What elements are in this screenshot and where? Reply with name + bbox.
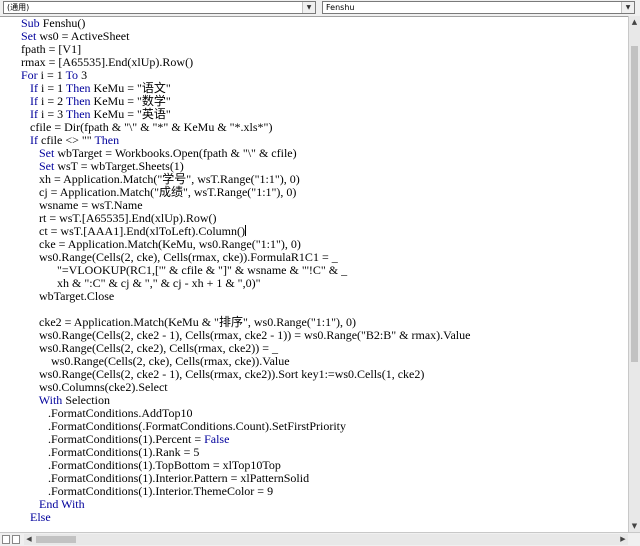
- code-keyword: Then: [94, 133, 120, 147]
- code-text-segment: [21, 81, 30, 95]
- code-keyword: For: [21, 68, 38, 82]
- code-line[interactable]: wbTarget.Close: [21, 290, 628, 303]
- scroll-right-icon[interactable]: ▶: [618, 534, 628, 545]
- code-keyword: Then: [65, 107, 91, 121]
- code-text-segment: Selection: [62, 393, 110, 407]
- scroll-left-icon[interactable]: ◀: [24, 534, 34, 545]
- object-dropdown[interactable]: (通用) ▼: [3, 1, 316, 14]
- code-text-segment: ws0.Range(Cells(2, cke), Cells(rmax, cke…: [21, 250, 338, 264]
- bottom-bar: ◀ ▶: [0, 532, 640, 546]
- horizontal-scrollbar[interactable]: ◀ ▶: [24, 534, 628, 545]
- code-text-segment: ct = wsT.[AAA1].End(xlToLeft).Column(): [21, 224, 245, 238]
- scroll-up-icon[interactable]: ▲: [629, 16, 640, 28]
- code-text-segment: wbTarget = Workbooks.Open(fpath & "\" & …: [54, 146, 297, 160]
- code-keyword: Set: [21, 29, 37, 43]
- code-text[interactable]: Sub Fenshu() Set ws0 = ActiveSheet fpath =…: [21, 17, 628, 524]
- code-text-segment: [21, 497, 39, 511]
- code-text-segment: Fenshu(): [39, 16, 86, 30]
- code-keyword: If: [30, 107, 38, 121]
- code-text-segment: "=VLOOKUP(RC1,['" & cfile & "]" & wsname…: [21, 263, 348, 277]
- code-editor[interactable]: Sub Fenshu() Set ws0 = ActiveSheet fpath =…: [0, 16, 628, 532]
- code-keyword: Set: [39, 146, 55, 160]
- code-text-segment: .FormatConditions(.FormatConditions.Coun…: [21, 419, 347, 433]
- code-text-segment: xh & ":C" & cj & "," & cj - xh + 1 & ",0…: [21, 276, 261, 290]
- code-text-segment: [21, 133, 30, 147]
- code-text-segment: [21, 107, 30, 121]
- code-keyword: End With: [39, 497, 85, 511]
- code-text-segment: ws0.Range(Cells(2, cke2), Cells(rmax, ck…: [21, 341, 279, 355]
- code-text-segment: cke = Application.Match(KeMu, ws0.Range(…: [21, 237, 301, 251]
- procedure-dropdown[interactable]: Fenshu ▼: [322, 1, 635, 14]
- code-text-segment: ws0.Columns(cke2).Select: [21, 380, 168, 394]
- scroll-down-icon[interactable]: ▼: [629, 520, 640, 532]
- chevron-down-icon[interactable]: ▼: [302, 2, 315, 13]
- code-line[interactable]: Else: [21, 511, 628, 524]
- code-text-segment: 3: [78, 68, 88, 82]
- code-text-segment: [21, 159, 39, 173]
- code-text-segment: wsT = wbTarget.Sheets(1): [54, 159, 184, 173]
- code-line[interactable]: .FormatConditions(1).Interior.ThemeColor…: [21, 485, 628, 498]
- code-text-segment: ws0.Range(Cells(2, cke), Cells(rmax, cke…: [21, 354, 290, 368]
- code-line[interactable]: rmax = [A65535].End(xlUp).Row(): [21, 56, 628, 69]
- vertical-scrollbar[interactable]: ▲ ▼: [628, 16, 640, 532]
- code-text-segment: ws0.Range(Cells(2, cke2 - 1), Cells(rmax…: [21, 367, 425, 381]
- procedure-dropdown-value: Fenshu: [326, 3, 355, 12]
- code-keyword: With: [38, 393, 63, 407]
- code-keyword: To: [65, 68, 79, 82]
- code-text-segment: i = 1: [38, 81, 66, 95]
- text-cursor: [245, 225, 246, 236]
- chevron-down-icon[interactable]: ▼: [621, 2, 634, 13]
- code-text-segment: .FormatConditions(1).Percent =: [21, 432, 205, 446]
- vertical-scroll-thumb[interactable]: [631, 46, 638, 362]
- code-text-segment: [21, 94, 30, 108]
- code-text-segment: xh = Application.Match("学号", wsT.Range("…: [21, 172, 300, 186]
- code-text-segment: i = 3: [38, 107, 66, 121]
- code-text-segment: wsname = wsT.Name: [21, 198, 143, 212]
- code-text-segment: .FormatConditions(1).TopBottom = xlTop10…: [21, 458, 281, 472]
- code-text-segment: KeMu = "数学": [90, 94, 171, 108]
- code-text-segment: KeMu = "英语": [90, 107, 171, 121]
- code-text-segment: [21, 393, 39, 407]
- code-keyword: Set: [39, 159, 55, 173]
- code-text-segment: [21, 510, 30, 524]
- code-keyword: False: [204, 432, 230, 446]
- code-text-segment: cfile = Dir(fpath & "\" & "*" & KeMu & "…: [21, 120, 273, 134]
- code-text-segment: .FormatConditions(1).Rank = 5: [21, 445, 200, 459]
- code-text-segment: cke2 = Application.Match(KeMu & "排序", ws…: [21, 315, 356, 329]
- object-dropdown-value: (通用): [7, 3, 30, 12]
- full-module-view-button[interactable]: [12, 535, 20, 544]
- code-text-segment: fpath = [V1]: [21, 42, 82, 56]
- code-text-segment: [21, 146, 39, 160]
- code-text-segment: cfile <> "": [38, 133, 95, 147]
- code-text-segment: KeMu = "语文": [90, 81, 171, 95]
- code-text-segment: rmax = [A65535].End(xlUp).Row(): [21, 55, 194, 69]
- procedure-view-button[interactable]: [2, 535, 10, 544]
- code-keyword: Else: [30, 510, 51, 524]
- code-keyword: If: [30, 133, 38, 147]
- code-text-segment: rt = wsT.[A65535].End(xlUp).Row(): [21, 211, 217, 225]
- code-keyword: If: [30, 94, 38, 108]
- code-keyword: Then: [65, 94, 91, 108]
- code-text-segment: wbTarget.Close: [21, 289, 115, 303]
- code-line[interactable]: Set ws0 = ActiveSheet: [21, 30, 628, 43]
- code-text-segment: i = 1: [37, 68, 66, 82]
- horizontal-scroll-thumb[interactable]: [36, 536, 76, 543]
- code-keyword: If: [30, 81, 38, 95]
- code-line[interactable]: End With: [21, 498, 628, 511]
- code-text-segment: cj = Application.Match("成绩", wsT.Range("…: [21, 185, 297, 199]
- code-text-segment: .FormatConditions(1).Interior.ThemeColor…: [21, 484, 274, 498]
- code-text-segment: ws0.Range(Cells(2, cke2 - 1), Cells(rmax…: [21, 328, 471, 342]
- code-text-segment: .FormatConditions(1).Interior.Pattern = …: [21, 471, 310, 485]
- code-keyword: Sub: [21, 16, 40, 30]
- code-line[interactable]: ws0.Columns(cke2).Select: [21, 381, 628, 394]
- code-keyword: Then: [65, 81, 91, 95]
- code-text-segment: ws0 = ActiveSheet: [36, 29, 130, 43]
- code-text-segment: .FormatConditions.AddTop10: [21, 406, 193, 420]
- code-text-segment: i = 2: [38, 94, 66, 108]
- procedure-toolbar: (通用) ▼ Fenshu ▼: [0, 0, 640, 16]
